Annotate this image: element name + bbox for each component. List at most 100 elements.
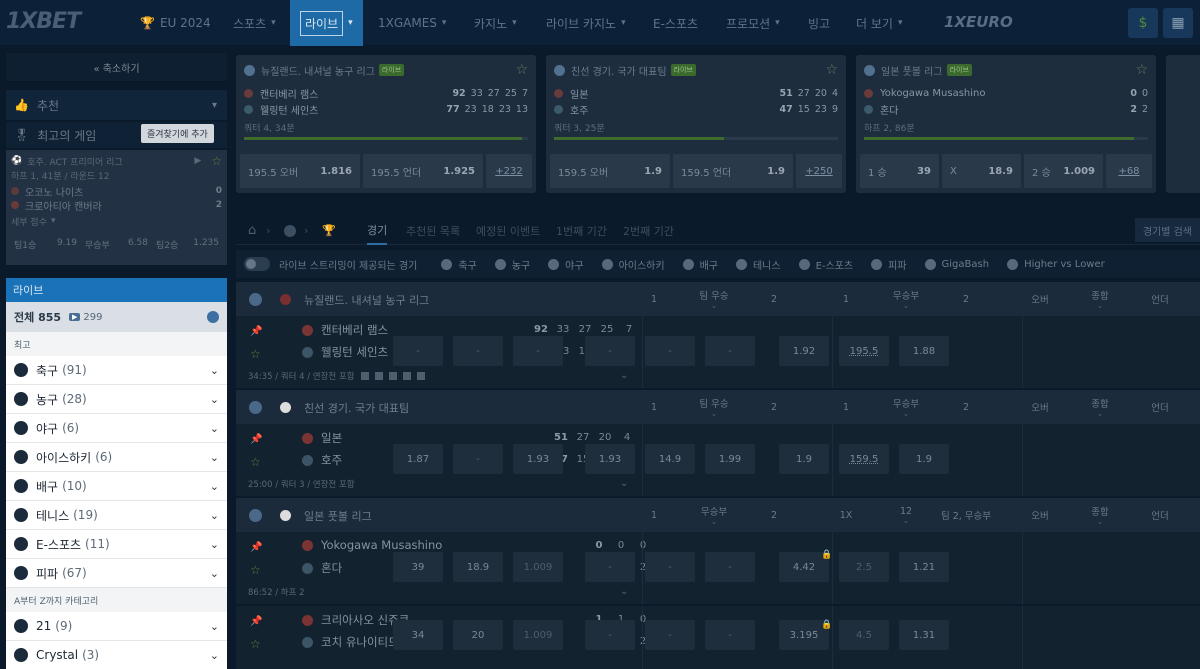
odds-cell[interactable]: 34 (393, 620, 443, 650)
collapse-sidebar-button[interactable]: « 축소하기 (6, 53, 227, 82)
live-total-row[interactable]: 전체 855 ▶ 299 (6, 302, 227, 332)
odds-cell[interactable]: 1.9 (899, 444, 949, 474)
top-game-card[interactable]: ⚽ 호주. ACT 프리미어 리그 ▶ ☆ 하프 1, 41분 / 라운드 12… (6, 150, 227, 265)
deposit-button[interactable]: $ (1128, 8, 1158, 38)
sport-filter-button[interactable]: E-스포츠 (798, 257, 853, 272)
odds-cell[interactable]: 18.9 (453, 552, 503, 582)
nav-eu2024[interactable]: 🏆 EU 2024 (140, 0, 211, 46)
odd-button[interactable]: 195.5 언더 1.925 (363, 154, 483, 188)
odds-cell[interactable]: 14.9 (645, 444, 695, 474)
odds-cell[interactable]: 1.009 (513, 620, 563, 650)
market-column-header[interactable]: 종합 ⌄ (1075, 282, 1125, 316)
gift-button[interactable]: ▦ (1163, 8, 1193, 38)
star-icon[interactable]: ☆ (250, 347, 261, 361)
tab-0[interactable]: 경기 (367, 217, 388, 245)
sport-item[interactable]: Crystal (3) ⌄ (6, 641, 227, 669)
sport-filter-button[interactable]: 아이스하키 (601, 257, 665, 272)
odd-button[interactable]: 159.5 오버 1.9 (550, 154, 670, 188)
odd-button[interactable]: 1 승 39 (860, 154, 939, 188)
sport-filter-button[interactable]: 피파 (871, 257, 907, 272)
more-markets-button[interactable]: +232 (486, 154, 532, 188)
sport-filter-button[interactable]: 야구 (548, 257, 584, 272)
odds-cell[interactable]: - (453, 336, 503, 366)
video-icon[interactable] (360, 372, 369, 380)
star-icon[interactable]: ☆ (250, 637, 261, 651)
odds-cell[interactable]: 195.5 (839, 336, 889, 366)
game-odd-button[interactable]: 무승부 6.58 (82, 238, 151, 251)
detail-score-toggle[interactable]: 세부 점수 ▾ (11, 214, 222, 228)
nav-item-7[interactable]: 빙고 (808, 0, 830, 46)
field-icon[interactable] (402, 372, 411, 380)
odds-cell[interactable]: - (645, 336, 695, 366)
chart-icon[interactable] (388, 372, 397, 380)
match-row[interactable]: 📌☆캔터베리 램스923327257웰링턴 세인츠772318231334:35… (236, 316, 1200, 388)
trophy-icon[interactable]: 🏆 (322, 224, 336, 237)
odds-cell[interactable]: - (585, 336, 635, 366)
sport-item[interactable]: 배구 (10) ⌄ (6, 472, 227, 501)
odds-cell[interactable]: - (705, 620, 755, 650)
sport-item[interactable]: 21 (9) ⌄ (6, 612, 227, 641)
market-column-header[interactable]: 종합 ⌄ (1075, 498, 1125, 532)
chevron-down-icon[interactable]: ⌄ (620, 478, 628, 489)
odds-cell[interactable]: - (585, 620, 635, 650)
match-filter-button[interactable]: 경기별 검색 (1134, 218, 1200, 242)
tab-3[interactable]: 1번째 기간 (556, 217, 607, 245)
game-odd-button[interactable]: 팀1승 9.19 (11, 238, 80, 251)
list-icon[interactable] (416, 372, 425, 380)
sport-item[interactable]: 야구 (6) ⌄ (6, 414, 227, 443)
odds-cell[interactable]: - (645, 552, 695, 582)
star-icon[interactable]: ☆ (1135, 62, 1148, 78)
chevron-down-icon[interactable]: ⌄ (620, 586, 628, 597)
market-column-header[interactable]: 12 ⌄ (881, 498, 931, 532)
odds-cell[interactable]: - (585, 552, 635, 582)
featured-card-partial[interactable] (1166, 55, 1200, 193)
league-header[interactable]: 친선 경기. 국가 대표팀 1 팀 우승 ⌄ 2 1 무승부 ⌄ 2 오버 종합 ⌄ 언더 (236, 390, 1200, 424)
more-markets-button[interactable]: +68 (1106, 154, 1152, 188)
pin-icon[interactable]: 📌 (250, 616, 262, 627)
odds-cell[interactable]: 4.5 (839, 620, 889, 650)
odds-cell[interactable]: - (645, 620, 695, 650)
pin-icon[interactable]: 📌 (250, 326, 262, 337)
match-row[interactable]: 📌☆Yokogawa Musashino000혼다20286:52 / 하프 2… (236, 532, 1200, 604)
odd-button[interactable]: 195.5 오버 1.816 (240, 154, 360, 188)
league-header[interactable]: 뉴질랜드. 내셔널 농구 리그 1 팀 우승 ⌄ 2 1 무승부 ⌄ 2 오버 종합 ⌄ 언더 (236, 282, 1200, 316)
odds-cell[interactable]: - (393, 336, 443, 366)
odds-cell[interactable]: 20 (453, 620, 503, 650)
odds-cell[interactable]: 1.21 (899, 552, 949, 582)
more-markets-button[interactable]: +250 (796, 154, 842, 188)
nav-item-0[interactable]: 스포츠 ▾ (233, 0, 276, 46)
tab-1[interactable]: 추천된 목록 (406, 217, 460, 245)
nav-item-2[interactable]: 1XGAMES ▾ (378, 0, 446, 46)
odds-cell[interactable]: 1.99 (705, 444, 755, 474)
pin-icon[interactable]: 📌 (250, 542, 262, 553)
tab-2[interactable]: 예정된 이벤트 (476, 217, 540, 245)
nav-item-8[interactable]: 더 보기 ▾ (856, 0, 902, 46)
sport-filter-button[interactable]: GigaBash (924, 257, 989, 272)
featured-match-card[interactable]: 친선 경기. 국가 대표팀 라이브 ☆ 일본 51 27 20 4 호주 47 15 23 9 쿼터 3,… (546, 55, 846, 193)
odds-cell[interactable]: - (705, 552, 755, 582)
odds-cell[interactable]: - (453, 444, 503, 474)
home-icon[interactable]: ⌂ (248, 223, 256, 238)
odds-cell[interactable]: 1.93 (585, 444, 635, 474)
nav-item-6[interactable]: 프로모션 ▾ (726, 0, 780, 46)
market-column-header[interactable]: 무승부 ⌄ (689, 498, 739, 532)
star-icon[interactable]: ☆ (515, 62, 528, 78)
stats-icon[interactable] (374, 372, 383, 380)
featured-match-card[interactable]: 뉴질랜드. 내셔널 농구 리그 라이브 ☆ 캔터베리 램스 92 33 27 25 7 웰링턴 세… (236, 55, 536, 193)
video-icon[interactable]: ▶ (194, 156, 201, 166)
sport-filter-button[interactable]: Higher vs Lower (1007, 257, 1105, 272)
odds-cell[interactable]: 39 (393, 552, 443, 582)
odds-cell[interactable]: - (513, 336, 563, 366)
odds-cell[interactable]: 1.87 (393, 444, 443, 474)
nav-item-5[interactable]: E-스포츠 (653, 0, 698, 46)
recommend-section[interactable]: 👍 추천 ▾ (6, 90, 227, 120)
odd-button[interactable]: 159.5 언더 1.9 (673, 154, 793, 188)
tab-4[interactable]: 2번째 기간 (623, 217, 674, 245)
odds-cell[interactable]: 1.9 (779, 444, 829, 474)
market-column-header[interactable]: 종합 ⌄ (1075, 390, 1125, 424)
sport-filter-button[interactable]: 농구 (494, 257, 530, 272)
nav-item-1[interactable]: 라이브 ▾ (290, 0, 363, 46)
odd-button[interactable]: 2 승 1.009 (1024, 154, 1103, 188)
sport-filter-button[interactable]: 배구 (682, 257, 718, 272)
star-icon[interactable]: ☆ (211, 154, 222, 168)
